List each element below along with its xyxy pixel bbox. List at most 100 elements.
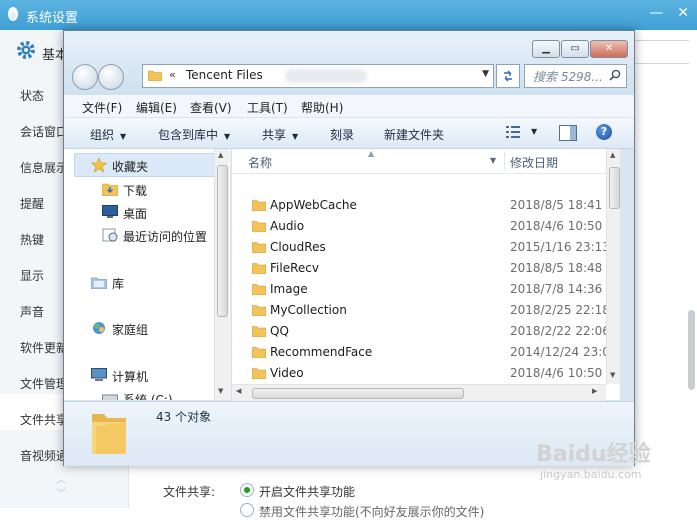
file-name: QQ	[270, 324, 289, 338]
nav-computer[interactable]: 计算机	[112, 368, 148, 385]
table-row[interactable]: RecommendFace 2014/12/24 23:03	[232, 342, 620, 363]
new-folder-button[interactable]: 新建文件夹	[384, 126, 444, 143]
column-name[interactable]: 名称	[248, 154, 272, 171]
table-row[interactable]: FileRecv 2018/8/5 18:48	[232, 258, 620, 279]
burn-button[interactable]: 刻录	[330, 126, 354, 143]
nav-desktop[interactable]: 桌面	[123, 205, 147, 222]
nav-recent[interactable]: 最近访问的位置	[123, 228, 207, 245]
minimize-icon[interactable]: —	[649, 5, 663, 21]
chevron-left-icon[interactable]: ◀	[236, 387, 241, 395]
file-list: ▲ 名称 ▼ 修改日期 AppWebCache 2018/8/5 18:41 Aud…	[232, 149, 620, 400]
menu-edit[interactable]: 编辑(E)	[136, 99, 177, 116]
preview-pane-icon[interactable]	[559, 125, 577, 141]
large-folder-icon	[92, 414, 126, 454]
sidebar-item[interactable]: 声音	[20, 303, 68, 320]
forward-button[interactable]	[98, 64, 124, 90]
chevron-down-icon[interactable]: ▼	[218, 387, 223, 395]
file-list-scroll-thumb[interactable]	[609, 167, 620, 209]
file-name: Video	[270, 366, 304, 380]
table-row[interactable]: CloudRes 2015/1/16 23:13	[232, 237, 620, 258]
drive-icon	[102, 394, 118, 400]
address-bar[interactable]: « Tencent Files ▼	[142, 64, 494, 88]
settings-window-controls[interactable]: — ✕	[635, 5, 689, 21]
chevron-up-icon[interactable]: ▲	[218, 151, 223, 159]
baidu-watermark: Baidu经验 jingyan.baidu.com	[536, 436, 651, 481]
menu-file[interactable]: 文件(F)	[82, 99, 122, 116]
sidebar-item[interactable]: 文件管理	[20, 375, 68, 392]
view-options-icon[interactable]	[506, 126, 520, 138]
search-input[interactable]: 搜索 5298...	[524, 64, 627, 88]
sidebar-scroll-chevrons[interactable]: ︿ ﹀	[56, 474, 66, 502]
table-row[interactable]: Audio 2018/4/6 10:50	[232, 216, 620, 237]
maximize-button[interactable]: ▭	[561, 40, 589, 58]
menu-tools[interactable]: 工具(T)	[247, 99, 288, 116]
settings-title: 系统设置	[26, 11, 79, 26]
nav-system-drive[interactable]: 系统 (C:)	[123, 391, 173, 400]
chevron-down-icon[interactable]: ▼	[490, 156, 496, 165]
sidebar-item[interactable]: 会话窗口	[20, 123, 68, 140]
sidebar-item[interactable]: 热键	[20, 231, 68, 248]
column-separator[interactable]	[504, 151, 505, 171]
help-button[interactable]: ?	[596, 124, 612, 140]
download-folder-icon	[102, 183, 118, 196]
column-date[interactable]: 修改日期	[510, 154, 558, 171]
file-date: 2018/2/25 22:18	[510, 303, 610, 317]
folder-icon	[252, 263, 266, 274]
menu-help[interactable]: 帮助(H)	[301, 99, 343, 116]
nav-favorites[interactable]: 收藏夹	[112, 158, 148, 175]
share-button[interactable]: 共享 ▼	[262, 126, 298, 143]
organize-button[interactable]: 组织 ▼	[90, 126, 126, 143]
sidebar-item[interactable]: 提醒	[20, 195, 68, 212]
file-name: AppWebCache	[270, 198, 357, 212]
sidebar-item[interactable]: 音视频通话	[20, 447, 68, 464]
refresh-button[interactable]	[496, 64, 520, 88]
minimize-button[interactable]: ▁	[532, 40, 560, 58]
file-date: 2018/4/6 10:50	[510, 219, 603, 233]
address-chevron[interactable]: «	[169, 68, 176, 81]
nav-libraries[interactable]: 库	[112, 275, 124, 292]
chevron-down-icon[interactable]: ▼	[482, 69, 489, 79]
file-share-radio-on[interactable]	[240, 483, 254, 497]
table-row[interactable]: MyCollection 2018/2/25 22:18	[232, 300, 620, 321]
sidebar-item[interactable]: 信息展示	[20, 159, 68, 176]
table-row[interactable]: QQ 2018/2/22 22:06	[232, 321, 620, 342]
search-placeholder: 搜索 5298...	[533, 70, 603, 84]
file-name: CloudRes	[270, 240, 326, 254]
sidebar-item[interactable]: 软件更新	[20, 339, 68, 356]
recent-places-icon	[102, 228, 118, 242]
sidebar-item[interactable]: 文件共享	[20, 411, 68, 428]
file-share-radio-off[interactable]	[240, 503, 254, 517]
search-icon[interactable]	[609, 69, 621, 81]
close-icon[interactable]: ✕	[677, 5, 689, 21]
menu-view[interactable]: 查看(V)	[190, 99, 232, 116]
maximize-icon: ▭	[570, 43, 580, 54]
table-row[interactable]: Video 2018/4/6 10:50	[232, 363, 620, 384]
nav-scrollbar[interactable]: ▲ ▼	[214, 149, 229, 400]
table-row[interactable]: AppWebCache 2018/8/5 18:41	[232, 195, 620, 216]
explorer-window: ▁ ▭ ✕ « Tencent Files ▼ 搜索 5298... 文件(F)…	[63, 30, 635, 466]
sidebar-item[interactable]: 状态	[20, 87, 68, 104]
nav-scroll-thumb[interactable]	[217, 165, 228, 317]
chevron-down-icon: ▼	[292, 132, 299, 141]
close-icon: ✕	[604, 43, 614, 54]
settings-scrollbar[interactable]	[688, 310, 695, 390]
file-date: 2015/1/16 23:13	[510, 240, 610, 254]
desktop-icon	[102, 205, 118, 218]
nav-downloads[interactable]: 下载	[123, 182, 147, 199]
table-row[interactable]: Image 2018/7/8 14:36	[232, 279, 620, 300]
nav-homegroup[interactable]: 家庭组	[112, 321, 148, 338]
close-button[interactable]: ✕	[590, 40, 628, 58]
hscroll-thumb[interactable]	[252, 388, 464, 399]
back-button[interactable]	[72, 64, 98, 90]
file-list-scrollbar[interactable]: ▲ ▼	[606, 149, 620, 384]
address-path[interactable]: Tencent Files	[186, 68, 263, 82]
chevron-down-icon[interactable]: ▼	[531, 127, 537, 136]
settings-titlebar: 系统设置 — ✕	[0, 0, 697, 30]
file-list-hscrollbar[interactable]: ◀ ▶	[232, 384, 606, 401]
chevron-up-icon[interactable]: ▲	[610, 151, 615, 159]
chevron-right-icon[interactable]: ▶	[592, 387, 597, 395]
chevron-down-icon: ▼	[224, 132, 231, 141]
chevron-down-icon[interactable]: ▼	[610, 371, 615, 379]
include-library-button[interactable]: 包含到库中 ▼	[158, 126, 230, 143]
sidebar-item[interactable]: 显示	[20, 267, 68, 284]
